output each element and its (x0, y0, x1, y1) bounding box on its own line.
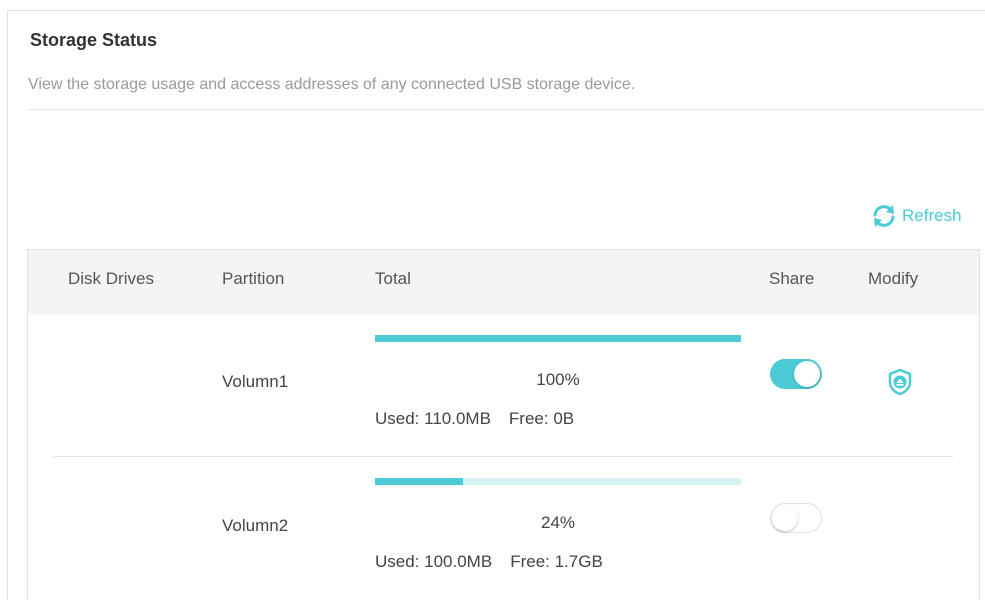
used-value: Used: 110.0MB (375, 409, 491, 428)
storage-table: Disk Drives Partition Total Share Modify… (27, 249, 980, 600)
refresh-button[interactable]: Refresh (870, 202, 962, 230)
eject-shield-icon[interactable] (887, 368, 913, 396)
section-title: Storage Status (30, 30, 158, 50)
share-toggle[interactable] (770, 503, 822, 533)
partition-name: Volumn1 (222, 372, 289, 391)
header-modify: Modify (868, 269, 919, 288)
refresh-label: Refresh (902, 206, 962, 225)
refresh-icon (870, 202, 898, 230)
usage-percent: 24% (540, 513, 576, 532)
header-disk-drives: Disk Drives (68, 269, 154, 288)
used-value: Used: 100.0MB (375, 552, 493, 571)
header-partition: Partition (222, 269, 285, 288)
toggle-knob (772, 505, 798, 531)
row-divider (53, 456, 953, 457)
table-row: Volumn1 100% Used: 110.0MB Free: 0B (28, 314, 979, 458)
usage-bar-fill (375, 335, 741, 342)
free-value: Free: 0B (508, 409, 575, 428)
header-total: Total (375, 269, 411, 288)
table-row: Volumn2 24% Used: 100.0MB Free: 1.7GB (28, 458, 979, 600)
table-header: Disk Drives Partition Total Share Modify (28, 250, 979, 314)
usage-bar (375, 335, 741, 342)
header-share: Share (769, 269, 815, 288)
toggle-knob (794, 361, 820, 387)
divider (28, 109, 983, 110)
usage-bar-fill (375, 478, 463, 485)
section-description: View the storage usage and access addres… (28, 76, 636, 93)
usage-detail: Used: 100.0MB Free: 1.7GB (375, 552, 603, 572)
free-value: Free: 1.7GB (510, 552, 603, 571)
usage-percent: 100% (536, 370, 580, 389)
usage-detail: Used: 110.0MB Free: 0B (375, 409, 574, 429)
usage-bar (375, 478, 741, 485)
partition-name: Volumn2 (222, 516, 289, 535)
share-toggle[interactable] (770, 359, 822, 389)
